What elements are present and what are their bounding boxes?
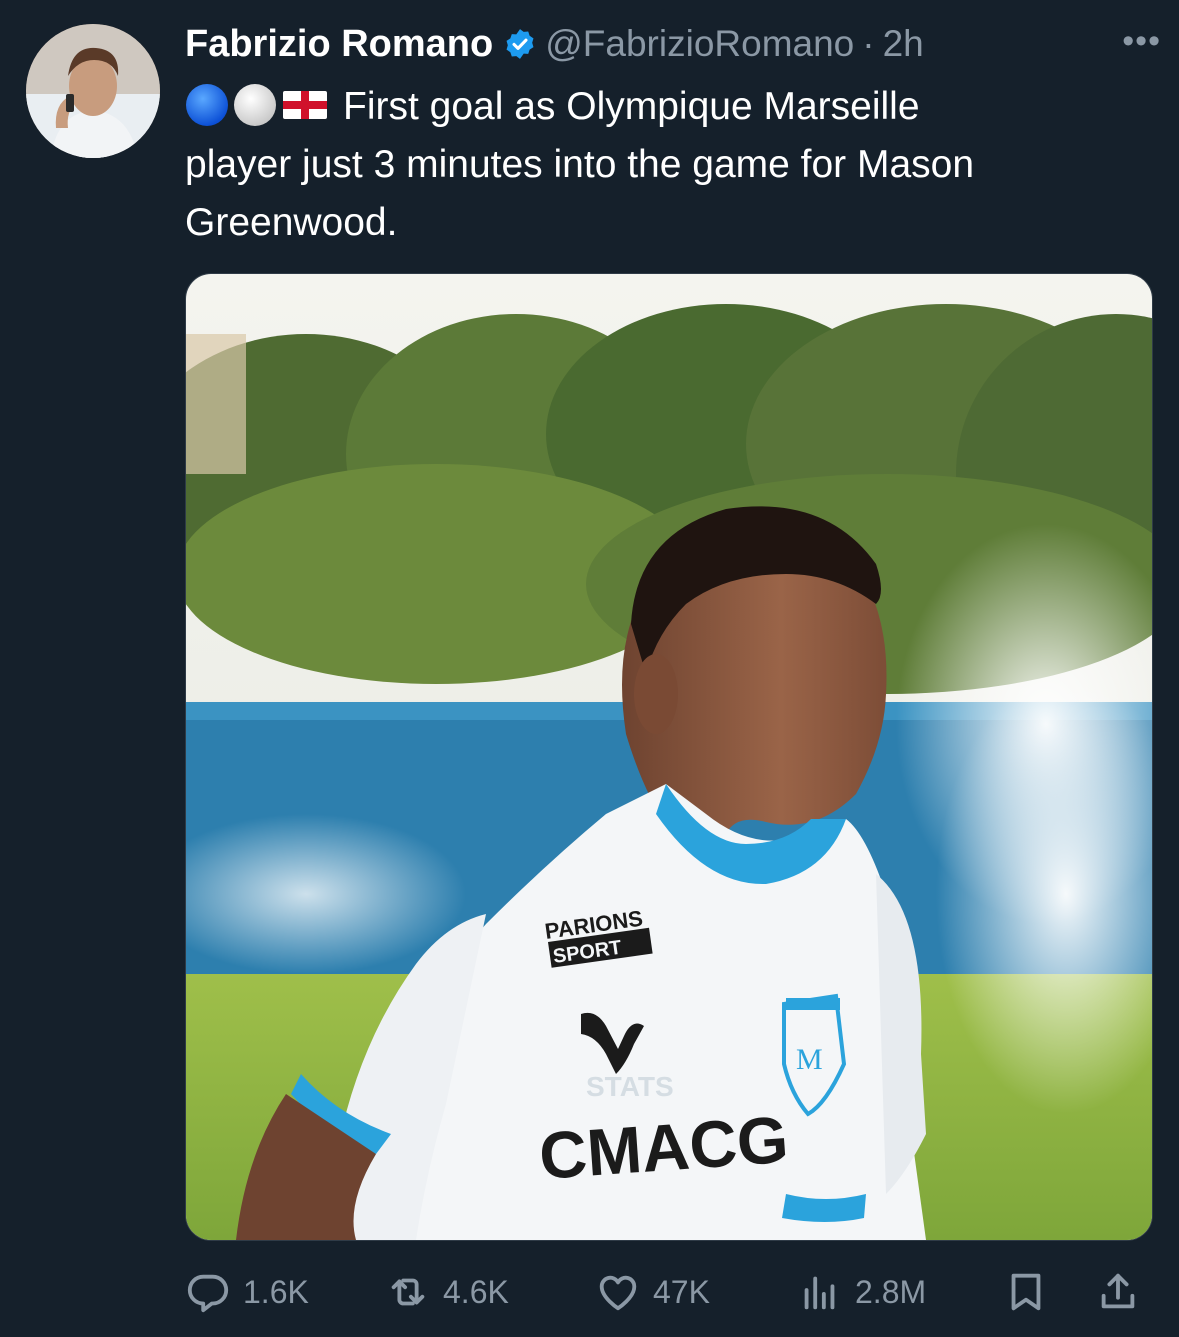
- retweet-button[interactable]: 4.6K: [385, 1262, 509, 1322]
- blue-circle-emoji-icon: [186, 84, 228, 126]
- tweet-text: First goal as Olympique Marseille player…: [185, 78, 1145, 252]
- reply-button[interactable]: 1.6K: [185, 1262, 309, 1322]
- share-icon: [1101, 1273, 1135, 1309]
- tweet-text-line-3: Greenwood.: [185, 201, 398, 244]
- like-count: 47K: [653, 1273, 710, 1310]
- action-bar: 1.6K 4.6K 47K 2.8M: [185, 1262, 1151, 1322]
- share-button[interactable]: [1095, 1262, 1153, 1322]
- reply-icon: [187, 1274, 229, 1313]
- retweet-count: 4.6K: [443, 1273, 509, 1310]
- header-separator: ·: [862, 23, 875, 64]
- bookmark-icon: [1011, 1273, 1041, 1311]
- reply-count: 1.6K: [243, 1273, 309, 1310]
- tweet-timestamp[interactable]: 2h: [883, 23, 924, 65]
- retweet-icon: [391, 1278, 425, 1306]
- views-button[interactable]: 2.8M: [797, 1262, 926, 1322]
- tweet-text-content-1: First goal as Olympique Marseille: [343, 85, 920, 128]
- verified-icon: [506, 29, 534, 59]
- shirt-stats-text: STATS: [586, 1071, 674, 1102]
- views-icon: [804, 1276, 835, 1310]
- tweet-media-photo[interactable]: PARIONS SPORT STATS CMACG M: [185, 273, 1153, 1241]
- svg-text:M: M: [796, 1043, 823, 1076]
- author-name[interactable]: Fabrizio Romano: [185, 23, 493, 66]
- bookmark-button[interactable]: [1003, 1262, 1061, 1322]
- tweet-header: Fabrizio Romano @FabrizioRomano · 2h: [185, 18, 1159, 70]
- more-icon[interactable]: •••: [1122, 22, 1161, 61]
- tweet-text-line-1: First goal as Olympique Marseille: [185, 78, 1145, 136]
- author-avatar[interactable]: [26, 24, 160, 158]
- like-icon: [599, 1275, 637, 1311]
- like-button[interactable]: 47K: [595, 1262, 710, 1322]
- england-flag-emoji-icon: [283, 91, 327, 119]
- author-handle[interactable]: @FabrizioRomano: [545, 23, 854, 65]
- tweet-text-line-2: player just 3 minutes into the game for …: [185, 143, 975, 186]
- white-circle-emoji-icon: [234, 84, 276, 126]
- views-count: 2.8M: [855, 1273, 927, 1310]
